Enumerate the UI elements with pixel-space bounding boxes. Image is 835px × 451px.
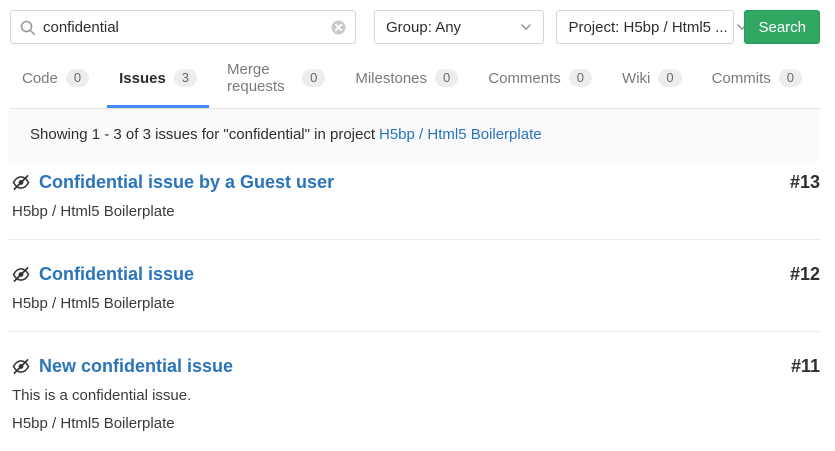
tab-commits[interactable]: Commits 0 bbox=[700, 47, 814, 108]
tab-label: Milestones bbox=[355, 70, 427, 87]
tab-count-badge: 0 bbox=[66, 69, 89, 87]
project-filter-value: Project: H5bp / Html5 ... bbox=[568, 19, 727, 36]
tab-issues[interactable]: Issues 3 bbox=[107, 47, 209, 108]
tab-count-badge: 0 bbox=[435, 69, 458, 87]
group-filter-value: Group: Any bbox=[386, 19, 461, 36]
issue-title-link[interactable]: Confidential issue bbox=[39, 264, 194, 285]
search-scope-tabs: Code 0 Issues 3 Merge requests 0 Milesto… bbox=[10, 47, 820, 109]
issue-id: #12 bbox=[790, 264, 820, 285]
tab-milestones[interactable]: Milestones 0 bbox=[343, 47, 470, 108]
issue-result-header: New confidential issue #11 bbox=[12, 356, 820, 377]
issue-project: H5bp / Html5 Boilerplate bbox=[12, 203, 820, 221]
issue-project: H5bp / Html5 Boilerplate bbox=[12, 295, 820, 313]
tab-count-badge: 0 bbox=[569, 69, 592, 87]
tab-count-badge: 3 bbox=[174, 69, 197, 87]
tab-label: Wiki bbox=[622, 70, 650, 87]
issue-result-header: Confidential issue #12 bbox=[12, 264, 820, 285]
results-summary-text: Showing 1 - 3 of 3 issues for "confident… bbox=[30, 126, 375, 143]
eye-slash-icon bbox=[12, 358, 30, 375]
project-link[interactable]: H5bp / Html5 Boilerplate bbox=[379, 126, 542, 143]
search-results-list: Confidential issue by a Guest user #13 H… bbox=[8, 161, 820, 451]
issue-title-link[interactable]: New confidential issue bbox=[39, 356, 233, 377]
search-button[interactable]: Search bbox=[744, 10, 820, 44]
tab-count-badge: 0 bbox=[779, 69, 802, 87]
eye-slash-icon bbox=[12, 266, 30, 283]
issue-title-link[interactable]: Confidential issue by a Guest user bbox=[39, 172, 334, 193]
tab-label: Merge requests bbox=[227, 61, 294, 95]
issue-result-row: New confidential issue #11 This is a con… bbox=[8, 332, 820, 451]
clear-search-icon[interactable] bbox=[331, 20, 346, 40]
tab-comments[interactable]: Comments 0 bbox=[476, 47, 604, 108]
search-box bbox=[10, 10, 356, 44]
search-input[interactable] bbox=[11, 11, 355, 43]
tab-label: Code bbox=[22, 70, 58, 87]
tab-code[interactable]: Code 0 bbox=[10, 47, 101, 108]
issue-project: H5bp / Html5 Boilerplate bbox=[12, 415, 820, 433]
project-filter-dropdown[interactable]: Project: H5bp / Html5 ... bbox=[556, 10, 734, 44]
tab-count-badge: 0 bbox=[658, 69, 681, 87]
tab-count-badge: 0 bbox=[302, 69, 325, 87]
tab-label: Issues bbox=[119, 70, 166, 87]
issue-id: #13 bbox=[790, 172, 820, 193]
issue-result-header: Confidential issue by a Guest user #13 bbox=[12, 172, 820, 193]
search-icon bbox=[20, 20, 36, 41]
issue-result-row: Confidential issue #12 H5bp / Html5 Boil… bbox=[8, 240, 820, 332]
chevron-down-icon bbox=[520, 21, 532, 33]
search-toolbar: Group: Any Project: H5bp / Html5 ... Sea… bbox=[0, 0, 835, 44]
tab-label: Commits bbox=[712, 70, 771, 87]
issue-id: #11 bbox=[791, 356, 820, 377]
eye-slash-icon bbox=[12, 174, 30, 191]
issue-description: This is a confidential issue. bbox=[12, 387, 820, 405]
group-filter-dropdown[interactable]: Group: Any bbox=[374, 10, 544, 44]
tab-label: Comments bbox=[488, 70, 561, 87]
results-summary: Showing 1 - 3 of 3 issues for "confident… bbox=[8, 109, 820, 161]
tab-wiki[interactable]: Wiki 0 bbox=[610, 47, 694, 108]
issue-result-row: Confidential issue by a Guest user #13 H… bbox=[8, 161, 820, 240]
tab-merge-requests[interactable]: Merge requests 0 bbox=[215, 47, 337, 108]
